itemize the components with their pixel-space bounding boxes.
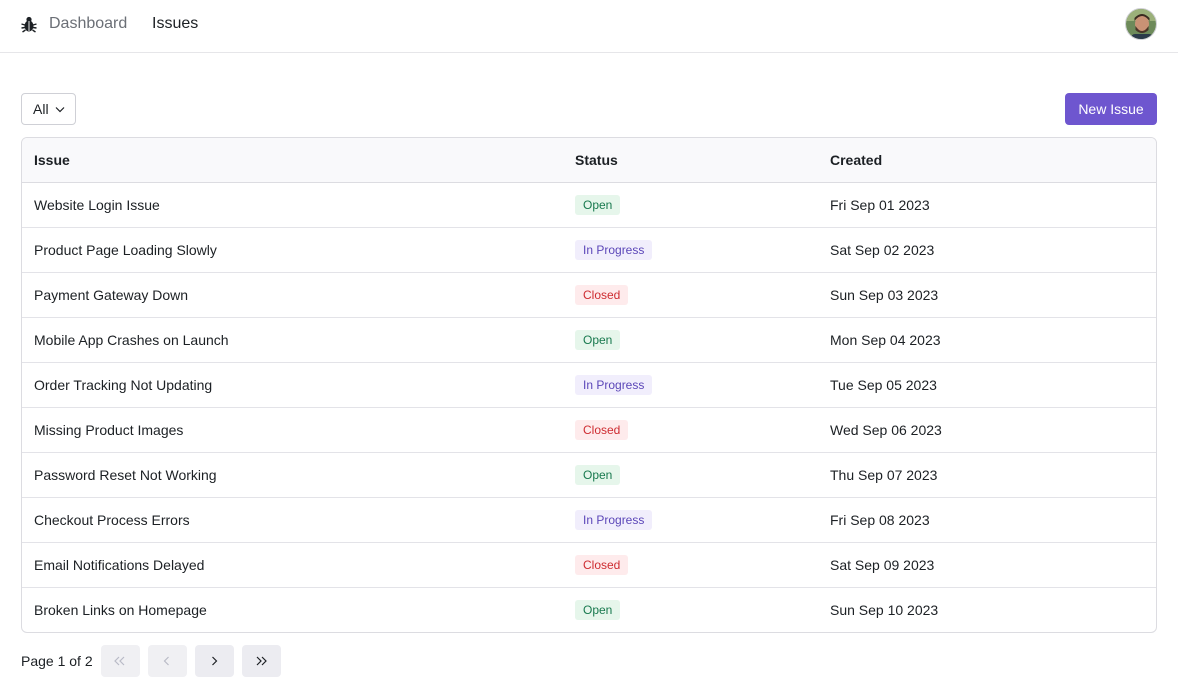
issue-status-cell: Open [563, 452, 818, 498]
status-badge: Closed [575, 554, 629, 575]
status-badge: Open [575, 464, 621, 485]
issue-status-cell: In Progress [563, 362, 818, 408]
issue-created-date: Thu Sep 07 2023 [818, 452, 1156, 498]
chevron-down-icon [55, 107, 65, 113]
new-issue-button[interactable]: New Issue [1065, 93, 1157, 125]
issue-status-cell: Open [563, 317, 818, 363]
issue-created-date: Sun Sep 03 2023 [818, 272, 1156, 318]
status-badge: Open [575, 329, 621, 350]
issue-title[interactable]: Website Login Issue [22, 182, 563, 228]
nav-link-issues[interactable]: Issues [152, 14, 198, 34]
issue-title[interactable]: Product Page Loading Slowly [22, 227, 563, 273]
table-row[interactable]: Mobile App Crashes on Launch Open Mon Sep … [22, 317, 1156, 363]
bug-icon[interactable] [21, 15, 37, 33]
status-badge: Open [575, 599, 621, 620]
page-indicator: Page 1 of 2 [21, 653, 93, 669]
issue-status-cell: Closed [563, 272, 818, 318]
last-page-button[interactable] [241, 645, 281, 677]
next-page-button[interactable] [194, 645, 234, 677]
issue-title[interactable]: Mobile App Crashes on Launch [22, 317, 563, 363]
column-header-issue[interactable]: Issue [22, 138, 563, 183]
issue-title[interactable]: Checkout Process Errors [22, 497, 563, 543]
table-row[interactable]: Broken Links on Homepage Open Sun Sep 10 2… [22, 587, 1156, 632]
table-row[interactable]: Website Login Issue Open Fri Sep 01 2023 [22, 182, 1156, 228]
issue-status-cell: Closed [563, 407, 818, 453]
status-badge: Closed [575, 284, 629, 305]
issue-title[interactable]: Payment Gateway Down [22, 272, 563, 318]
previous-page-button[interactable] [147, 645, 187, 677]
table-row[interactable]: Checkout Process Errors In Progress Fri Se… [22, 497, 1156, 543]
first-page-button[interactable] [100, 645, 140, 677]
status-badge: In Progress [575, 374, 653, 395]
issue-status-cell: In Progress [563, 227, 818, 273]
issue-title[interactable]: Email Notifications Delayed [22, 542, 563, 588]
double-chevron-right-icon [256, 656, 267, 666]
issue-created-date: Fri Sep 01 2023 [818, 182, 1156, 228]
status-filter-value: All [33, 101, 49, 117]
top-navbar: Dashboard Issues [0, 0, 1178, 53]
table-row[interactable]: Payment Gateway Down Closed Sun Sep 03 202… [22, 272, 1156, 318]
issue-status-cell: Open [563, 182, 818, 228]
table-row[interactable]: Missing Product Images Closed Wed Sep 06 2… [22, 407, 1156, 453]
issue-status-cell: Closed [563, 542, 818, 588]
pagination: Page 1 of 2 [21, 645, 289, 677]
status-badge: Closed [575, 419, 629, 440]
issue-title[interactable]: Password Reset Not Working [22, 452, 563, 498]
double-chevron-left-icon [114, 656, 125, 666]
issue-created-date: Fri Sep 08 2023 [818, 497, 1156, 543]
column-header-status[interactable]: Status [563, 138, 818, 183]
table-row[interactable]: Order Tracking Not Updating In Progress Tu… [22, 362, 1156, 408]
issue-title[interactable]: Missing Product Images [22, 407, 563, 453]
issue-title[interactable]: Order Tracking Not Updating [22, 362, 563, 408]
status-filter-select[interactable]: All [21, 93, 76, 125]
table-row[interactable]: Email Notifications Delayed Closed Sat Sep… [22, 542, 1156, 588]
nav-link-dashboard[interactable]: Dashboard [49, 14, 127, 34]
issue-title[interactable]: Broken Links on Homepage [22, 587, 563, 632]
table-row[interactable]: Product Page Loading Slowly In Progress Sa… [22, 227, 1156, 273]
status-badge: In Progress [575, 509, 653, 530]
table-header-row: Issue Status Created [22, 138, 1156, 183]
issue-created-date: Sat Sep 02 2023 [818, 227, 1156, 273]
user-avatar[interactable] [1125, 8, 1157, 40]
issues-table: Issue Status Created Website Login Issue… [21, 137, 1157, 633]
issue-status-cell: In Progress [563, 497, 818, 543]
issue-created-date: Sat Sep 09 2023 [818, 542, 1156, 588]
issue-created-date: Mon Sep 04 2023 [818, 317, 1156, 363]
chevron-left-icon [163, 656, 170, 666]
issue-created-date: Tue Sep 05 2023 [818, 362, 1156, 408]
column-header-created[interactable]: Created [818, 138, 1156, 183]
issue-status-cell: Open [563, 587, 818, 632]
status-badge: Open [575, 194, 621, 215]
issue-created-date: Wed Sep 06 2023 [818, 407, 1156, 453]
chevron-right-icon [212, 656, 218, 666]
status-badge: In Progress [575, 239, 653, 260]
issue-created-date: Sun Sep 10 2023 [830, 601, 939, 618]
table-row[interactable]: Password Reset Not Working Open Thu Sep 07… [22, 452, 1156, 498]
